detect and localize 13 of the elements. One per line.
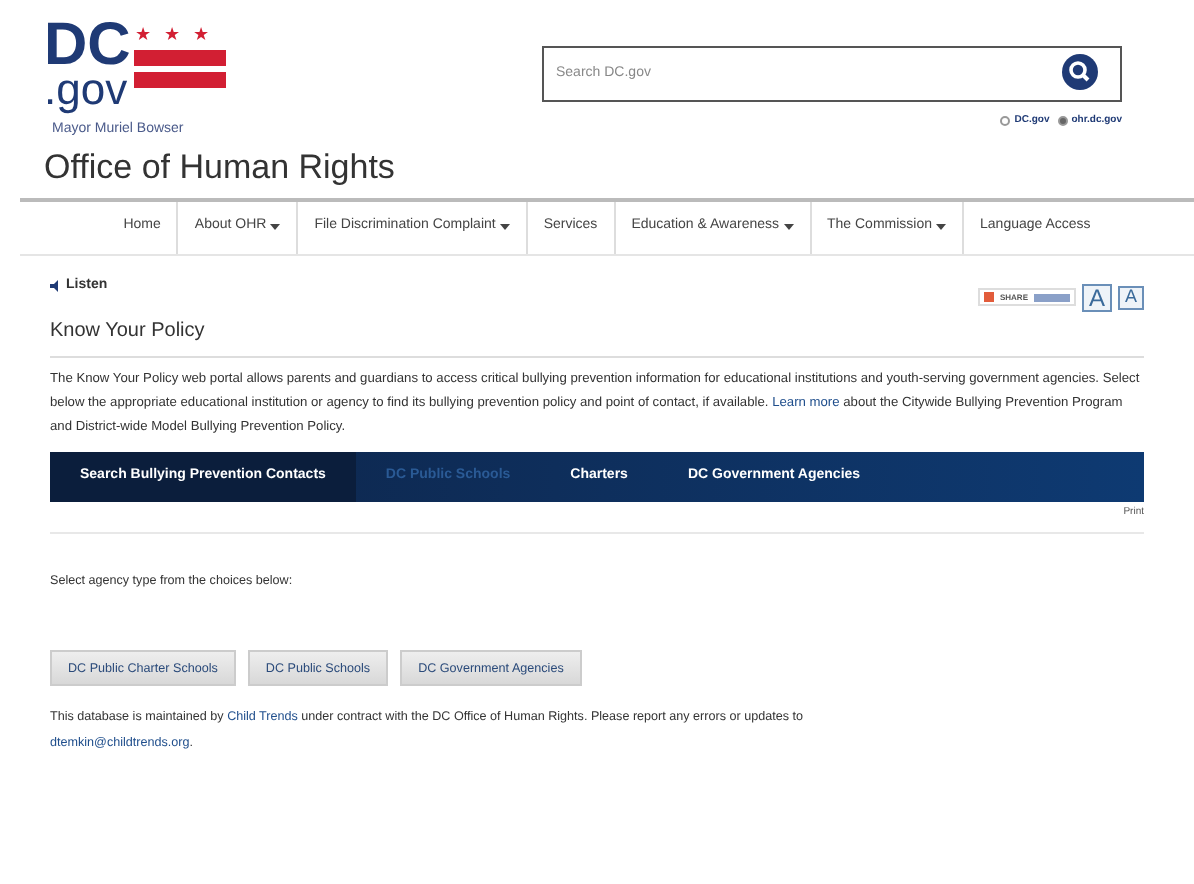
site-title: Office of Human Rights: [42, 145, 397, 189]
speaker-icon: [50, 279, 62, 292]
logo-stripe: [134, 50, 227, 66]
page-title: Know Your Policy: [50, 315, 1144, 357]
logo-stars: ★ ★ ★: [134, 24, 215, 44]
radio-button[interactable]: [1057, 116, 1068, 127]
logo-dc-text: DC: [44, 20, 131, 72]
share-icon: [983, 292, 994, 302]
font-size-button[interactable]: A: [1082, 283, 1112, 311]
font-size-button[interactable]: A: [1118, 285, 1144, 309]
radio-button[interactable]: [1000, 116, 1011, 127]
search-icon[interactable]: [1062, 54, 1098, 90]
logo-stripe: [134, 72, 227, 88]
